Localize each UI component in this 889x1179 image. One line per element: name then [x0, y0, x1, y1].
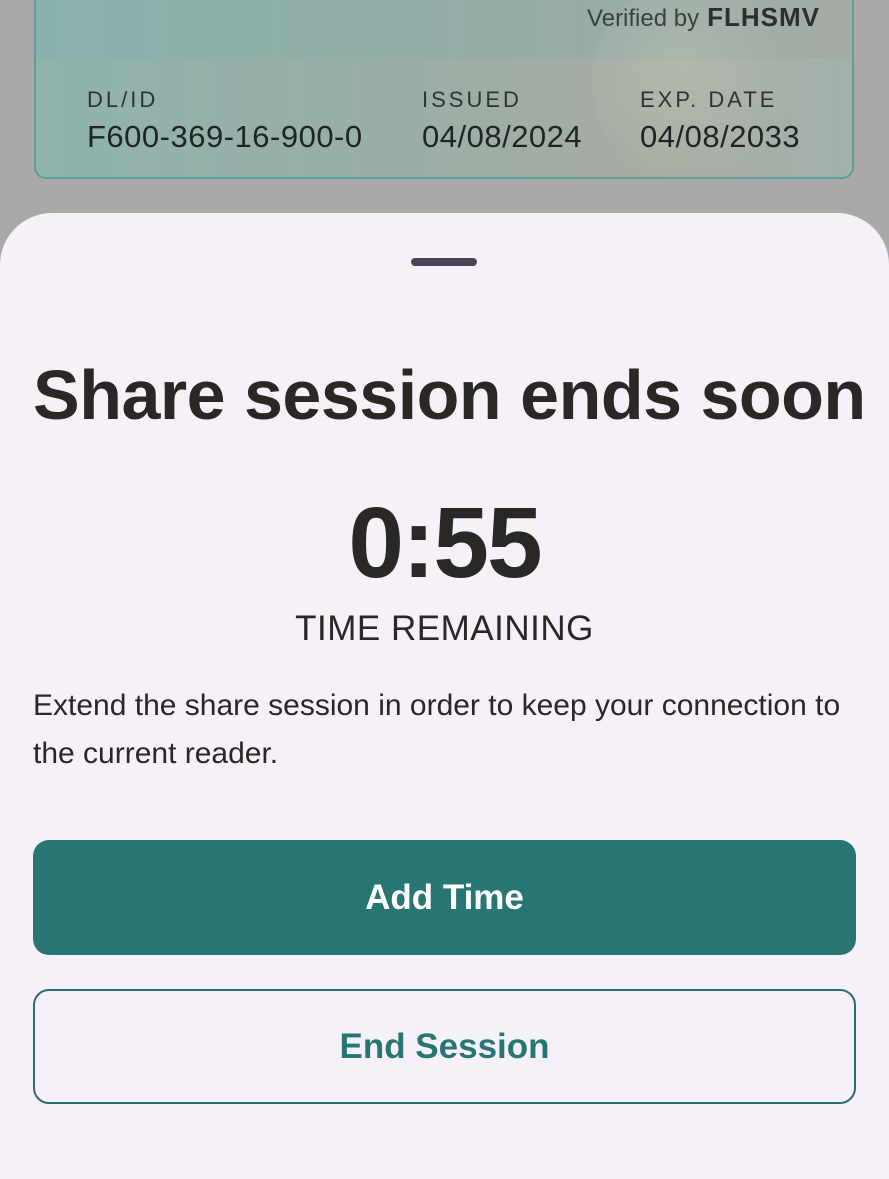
flhsmv-logo: FLHSMV: [707, 2, 820, 32]
time-remaining-label: TIME REMAINING: [295, 609, 594, 648]
dl-id-label: DL/ID: [87, 87, 159, 112]
issued-value: 04/08/2024: [422, 119, 583, 154]
verified-by-badge: Verified by FLHSMV: [587, 2, 820, 33]
exp-date-value: 04/08/2033: [640, 119, 801, 154]
license-card: Verified by FLHSMV DL/ID F600-369-16-900…: [34, 0, 854, 179]
end-session-button[interactable]: End Session: [33, 989, 856, 1104]
dl-id-field: DL/ID F600-369-16-900-0: [87, 88, 363, 154]
exp-date-label: EXP. DATE: [640, 87, 778, 112]
countdown-timer: 0:55: [348, 487, 542, 599]
issued-label: ISSUED: [422, 87, 522, 112]
share-session-bottom-sheet: Share session ends soon 0:55 TIME REMAIN…: [0, 213, 889, 1179]
exp-date-field: EXP. DATE 04/08/2033: [640, 88, 800, 154]
sheet-title: Share session ends soon: [33, 356, 866, 434]
verified-by-text: Verified by: [587, 5, 700, 32]
sheet-drag-handle[interactable]: [411, 258, 477, 266]
session-description: Extend the share session in order to kee…: [33, 689, 841, 770]
add-time-button[interactable]: Add Time: [33, 840, 856, 955]
issued-field: ISSUED 04/08/2024: [422, 88, 582, 154]
dl-id-value: F600-369-16-900-0: [87, 119, 363, 154]
